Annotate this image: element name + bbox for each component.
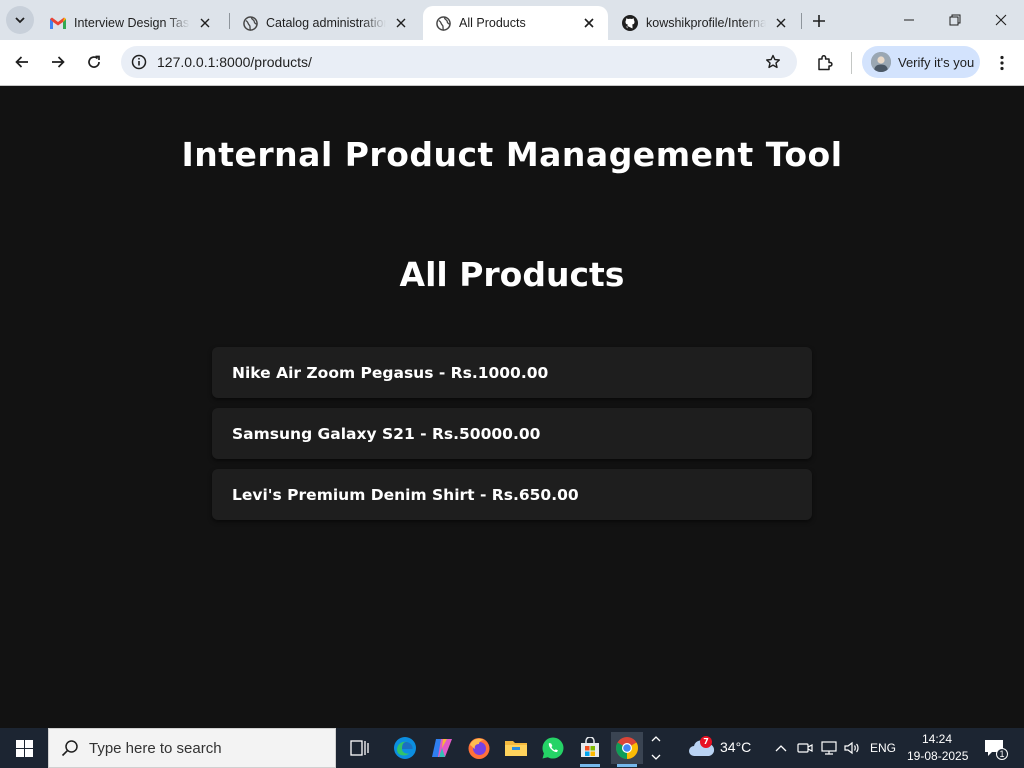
browser-tabstrip: Interview Design Task - Catalog administ… — [0, 0, 1024, 40]
url-text[interactable]: 127.0.0.1:8000/products/ — [157, 54, 757, 70]
weather-temperature[interactable]: 34°C — [720, 739, 751, 755]
taskbar-scroll-button[interactable] — [647, 732, 665, 764]
tab-all-products[interactable]: All Products — [423, 6, 608, 40]
store-taskbar-button[interactable] — [574, 732, 606, 767]
tab-title: All Products — [459, 16, 526, 30]
plus-icon — [813, 15, 825, 27]
product-item[interactable]: Nike Air Zoom Pegasus - Rs.1000.00 — [212, 347, 812, 398]
avatar — [871, 52, 891, 72]
close-icon — [995, 14, 1007, 26]
chevron-up-down-icon — [651, 736, 661, 760]
tab-separator — [801, 13, 802, 29]
file-explorer-taskbar-button[interactable] — [500, 732, 532, 764]
app-title: Internal Product Management Tool — [181, 135, 843, 174]
tab-github-profile[interactable]: kowshikprofile/Interna — [610, 6, 800, 40]
search-icon — [61, 740, 78, 757]
copilot-taskbar-button[interactable] — [426, 732, 458, 764]
gmail-icon — [50, 15, 66, 31]
back-button[interactable] — [7, 47, 37, 77]
restore-icon — [949, 14, 961, 26]
product-label: Samsung Galaxy S21 - Rs.50000.00 — [232, 424, 541, 443]
firefox-taskbar-button[interactable] — [463, 732, 495, 764]
reload-icon — [88, 55, 100, 68]
github-icon — [622, 15, 638, 31]
tab-title: kowshikprofile/Interna — [646, 16, 766, 30]
taskbar-search-box[interactable]: Type here to search — [48, 728, 336, 768]
copilot-icon — [432, 739, 452, 757]
reload-button[interactable] — [79, 47, 109, 77]
puzzle-icon — [818, 54, 833, 71]
chevron-down-icon — [15, 17, 25, 24]
more-vertical-icon — [1000, 55, 1004, 71]
search-placeholder: Type here to search — [89, 739, 222, 757]
site-info-icon[interactable] — [123, 46, 155, 78]
new-tab-button[interactable] — [806, 8, 832, 34]
chrome-taskbar-button[interactable] — [611, 732, 643, 767]
volume-icon[interactable] — [843, 732, 861, 764]
chevron-up-icon — [775, 745, 787, 752]
profile-button[interactable]: Verify it's you — [862, 46, 980, 78]
edge-taskbar-button[interactable] — [389, 732, 421, 764]
tab-title: Interview Design Task - — [74, 16, 190, 30]
task-view-button[interactable] — [344, 732, 376, 764]
browser-toolbar: 127.0.0.1:8000/products/ Verify it's you — [0, 40, 1024, 86]
arrow-right-icon — [52, 56, 65, 68]
product-item[interactable]: Levi's Premium Denim Shirt - Rs.650.00 — [212, 469, 812, 520]
address-bar[interactable]: 127.0.0.1:8000/products/ — [121, 46, 797, 78]
folder-icon — [505, 741, 527, 756]
page-title: All Products — [399, 255, 625, 294]
close-tab-icon[interactable] — [580, 14, 598, 32]
product-item[interactable]: Samsung Galaxy S21 - Rs.50000.00 — [212, 408, 812, 459]
tab-search-button[interactable] — [6, 6, 34, 34]
meet-now-icon[interactable] — [796, 732, 814, 764]
notification-count: 1 — [996, 748, 1008, 760]
whatsapp-taskbar-button[interactable] — [537, 732, 569, 764]
task-view-icon — [350, 740, 369, 756]
whatsapp-icon — [542, 737, 564, 759]
close-tab-icon[interactable] — [392, 14, 410, 32]
tab-catalog-administration[interactable]: Catalog administration — [230, 6, 420, 40]
tab-title: Catalog administration — [266, 16, 386, 30]
minimize-button[interactable] — [886, 0, 932, 40]
arrow-left-icon — [15, 56, 28, 68]
windows-taskbar: Type here to search 7 34°C ENG 14:24 19-… — [0, 728, 1024, 768]
minimize-icon — [904, 19, 914, 21]
restore-button[interactable] — [932, 0, 978, 40]
close-tab-icon[interactable] — [772, 14, 790, 32]
tab-interview-design-task[interactable]: Interview Design Task - — [38, 6, 224, 40]
clock-time[interactable]: 14:24 — [922, 732, 952, 746]
profile-label: Verify it's you — [898, 54, 975, 70]
clock-date[interactable]: 19-08-2025 — [907, 749, 968, 763]
network-icon[interactable] — [820, 732, 838, 764]
forward-button[interactable] — [43, 47, 73, 77]
start-button[interactable] — [0, 728, 48, 768]
globe-icon — [242, 15, 258, 31]
extensions-button[interactable] — [810, 48, 840, 78]
bookmark-star-icon[interactable] — [757, 46, 789, 78]
weather-alert-badge: 7 — [700, 736, 712, 748]
browser-menu-button[interactable] — [988, 48, 1016, 78]
page-content: Internal Product Management Tool All Pro… — [0, 87, 1024, 728]
toolbar-separator — [851, 52, 852, 74]
store-icon — [581, 737, 599, 757]
product-list: Nike Air Zoom Pegasus - Rs.1000.00 Samsu… — [212, 347, 812, 530]
input-language[interactable]: ENG — [870, 741, 896, 755]
windows-logo-icon — [15, 739, 33, 757]
show-hidden-icons-button[interactable] — [772, 732, 790, 764]
globe-icon — [435, 15, 451, 31]
product-label: Nike Air Zoom Pegasus - Rs.1000.00 — [232, 363, 549, 382]
firefox-icon — [468, 738, 490, 759]
product-label: Levi's Premium Denim Shirt - Rs.650.00 — [232, 485, 579, 504]
close-tab-icon[interactable] — [196, 14, 214, 32]
chrome-icon — [616, 737, 638, 759]
edge-icon — [394, 737, 416, 759]
close-window-button[interactable] — [978, 0, 1024, 40]
